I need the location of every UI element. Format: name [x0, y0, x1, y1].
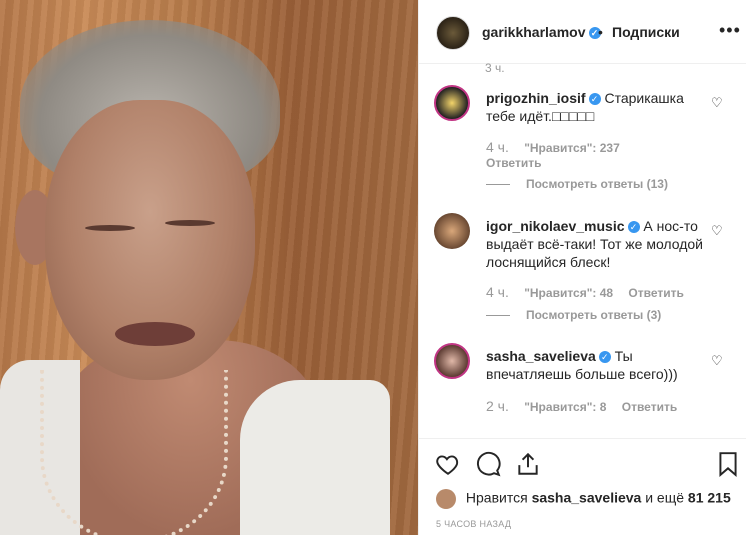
- comment-likes[interactable]: "Нравится": 8: [524, 400, 606, 414]
- like-comment-icon[interactable]: ♡: [711, 353, 723, 369]
- bookmark-icon[interactable]: [715, 451, 741, 477]
- comment-likes[interactable]: "Нравится": 237: [524, 141, 620, 155]
- liked-suffix: и ещё: [645, 489, 685, 506]
- more-options-icon[interactable]: •••: [719, 20, 741, 41]
- view-replies-label[interactable]: Посмотреть ответы (13): [526, 177, 668, 191]
- verified-icon: ✓: [627, 221, 640, 234]
- author-username[interactable]: garikkharlamov ✓: [482, 24, 601, 40]
- like-comment-icon[interactable]: ♡: [711, 223, 723, 239]
- comment-meta: 2 ч. "Нравится": 8 Ответить: [486, 398, 677, 414]
- commenter-avatar[interactable]: [434, 85, 470, 121]
- comment-time[interactable]: 2 ч.: [486, 398, 509, 414]
- comment-username[interactable]: prigozhin_iosif: [486, 90, 586, 106]
- reply-button[interactable]: Ответить: [486, 156, 541, 170]
- author-avatar[interactable]: [436, 16, 470, 50]
- comment-username[interactable]: igor_nikolaev_music: [486, 218, 625, 234]
- verified-icon: ✓: [588, 93, 601, 106]
- pearl-necklace: [40, 370, 228, 535]
- partial-timestamp: 3 ч.: [485, 63, 505, 75]
- likes-count[interactable]: 81 215: [688, 490, 731, 506]
- like-comment-icon[interactable]: ♡: [711, 95, 723, 111]
- comment-text: prigozhin_iosif ✓ Старикашка тебе идёт.□□…: [486, 89, 711, 125]
- heart-icon[interactable]: [435, 451, 461, 477]
- mouth: [115, 322, 195, 346]
- comment-icon[interactable]: [475, 451, 501, 477]
- following-button[interactable]: Подписки: [612, 24, 680, 40]
- post-actions: Нравится sasha_savelieva и ещё 81 215 5 …: [419, 438, 746, 536]
- commenter-avatar[interactable]: [434, 343, 470, 379]
- post-photo[interactable]: [0, 0, 418, 535]
- view-replies-button[interactable]: Посмотреть ответы (13): [486, 177, 668, 191]
- comment-meta: 4 ч. "Нравится": 237: [486, 139, 632, 155]
- comment-time[interactable]: 4 ч.: [486, 284, 509, 300]
- verified-icon: ✓: [598, 351, 611, 364]
- replies-line: [486, 184, 510, 186]
- liked-by-avatar[interactable]: [436, 489, 456, 509]
- view-replies-button[interactable]: Посмотреть ответы (3): [486, 308, 661, 322]
- post-sidebar: garikkharlamov ✓ • Подписки ••• 3 ч. prig…: [418, 0, 746, 535]
- right-eye: [165, 220, 215, 226]
- liked-by: Нравится sasha_savelieva и ещё 81 215: [436, 489, 731, 509]
- comment-username[interactable]: sasha_savelieva: [486, 348, 596, 364]
- liked-prefix: Нравится: [465, 489, 528, 506]
- author-username-text[interactable]: garikkharlamov: [482, 24, 586, 40]
- comment-meta-reply: Ответить: [486, 156, 541, 170]
- comment-likes[interactable]: "Нравится": 48: [524, 286, 613, 300]
- comments-list[interactable]: 3 ч. prigozhin_iosif ✓ Старикашка тебе ид…: [419, 63, 746, 438]
- comment-time[interactable]: 4 ч.: [486, 139, 509, 155]
- post-time[interactable]: 5 ЧАСОВ НАЗАД: [436, 519, 511, 529]
- comment-text: sasha_savelieva ✓ Ты впечатляешь больше в…: [486, 347, 711, 383]
- post-header: garikkharlamov ✓ • Подписки •••: [419, 0, 746, 64]
- share-icon[interactable]: [515, 451, 541, 477]
- left-eye: [85, 225, 135, 231]
- comment-text: igor_nikolaev_music ✓ А нос-то выдаёт всё…: [486, 217, 711, 271]
- view-replies-label[interactable]: Посмотреть ответы (3): [526, 308, 661, 322]
- commenter-avatar[interactable]: [434, 213, 470, 249]
- shirt-right: [240, 380, 390, 535]
- reply-button[interactable]: Ответить: [628, 286, 683, 300]
- separator-dot: •: [598, 24, 603, 40]
- reply-button[interactable]: Ответить: [622, 400, 677, 414]
- liked-user[interactable]: sasha_savelieva: [532, 490, 642, 506]
- comment-meta: 4 ч. "Нравится": 48 Ответить: [486, 284, 684, 300]
- replies-line: [486, 315, 510, 317]
